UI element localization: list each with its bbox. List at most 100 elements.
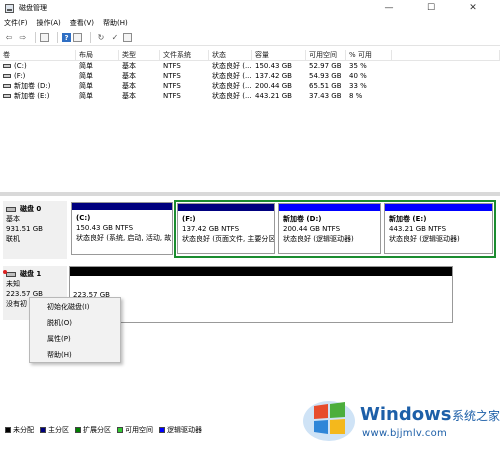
disk-0-name-text: 磁盘 0 [20,205,42,213]
logical-swatch [159,427,165,433]
partition-d[interactable]: 新加卷 (D:) 200.44 GB NTFS 状态良好 (逻辑驱动器) [278,203,381,254]
legend-label: 可用空间 [125,426,153,434]
column-filesystem[interactable]: 文件系统 [160,50,209,60]
free-space-cell: 52.97 GB [309,62,342,70]
percent-free-cell: 40 % [349,72,367,80]
maximize-button[interactable]: ☐ [416,0,446,16]
partition-status: 状态良好 (系统, 启动, 活动, 故 [76,234,172,242]
partition-label: 新加卷 (E:) [389,215,427,223]
disk-0-status: 联机 [6,235,20,243]
close-button[interactable]: ✕ [458,0,488,16]
watermark: Windows 系统之家 www.bjjmlv.com [302,394,500,448]
volume-list-header: 卷 布局 类型 文件系统 状态 容量 可用空间 % 可用 [0,50,500,61]
watermark-url: www.bjjmlv.com [362,428,448,439]
disk-1-name-text: 磁盘 1 [20,270,42,278]
partition-c[interactable]: (C:) 150.43 GB NTFS 状态良好 (系统, 启动, 活动, 故 [71,202,173,255]
status-cell: 状态良好 (... [212,82,252,90]
menu-view[interactable]: 查看(V) [70,18,94,28]
column-layout[interactable]: 布局 [76,50,119,60]
partition-label: (F:) [182,215,196,223]
logical-drive-bar [385,204,492,211]
menu-initialize-disk[interactable]: 初始化磁盘(I) [47,301,90,313]
column-volume[interactable]: 卷 [0,50,76,60]
back-icon[interactable]: ⇦ [3,32,15,44]
menu-bar: 文件(F) 操作(A) 查看(V) 帮助(H) [0,16,500,30]
layout-cell: 简单 [79,62,93,70]
legend: 未分配 主分区 扩展分区 可用空间 逻辑驱动器 [0,424,300,436]
properties-icon[interactable] [40,33,49,42]
status-cell: 状态良好 (... [212,62,252,70]
filesystem-cell: NTFS [163,82,181,90]
drive-icon [3,94,11,98]
refresh-icon[interactable]: ↻ [95,32,107,44]
partition-label: (C:) [76,214,91,222]
menu-file[interactable]: 文件(F) [4,18,28,28]
free-space-cell: 54.93 GB [309,72,342,80]
toolbar-divider [57,32,58,43]
toolbar-divider [35,32,36,43]
table-row[interactable]: 新加卷 (E:) 简单 基本 NTFS 状态良好 (... 443.21 GB … [0,91,500,101]
column-capacity[interactable]: 容量 [252,50,306,60]
column-type[interactable]: 类型 [119,50,160,60]
partition-e[interactable]: 新加卷 (E:) 443.21 GB NTFS 状态良好 (逻辑驱动器) [384,203,493,254]
disk-0-label[interactable]: 磁盘 0 基本 931.51 GB 联机 [3,201,67,259]
legend-label: 主分区 [48,426,69,434]
partition-status: 状态良好 (逻辑驱动器) [283,235,354,243]
menu-properties[interactable]: 属性(P) [47,333,71,345]
menu-action[interactable]: 操作(A) [37,18,61,28]
layout-cell: 简单 [79,92,93,100]
partition-size: 200.44 GB NTFS [283,225,341,233]
watermark-brand: Windows [360,404,452,425]
help-icon[interactable]: ? [62,33,71,42]
disk-0-size: 931.51 GB [6,225,43,233]
partition-size: 150.43 GB NTFS [76,224,134,232]
disk-0-type: 基本 [6,215,20,223]
table-row[interactable]: (C:) 简单 基本 NTFS 状态良好 (... 150.43 GB 52.9… [0,61,500,71]
drive-icon [3,84,11,88]
volume-list: 卷 布局 类型 文件系统 状态 容量 可用空间 % 可用 (C:) 简单 基本 … [0,50,500,101]
disk-1-unallocated[interactable]: 223.57 GB [69,266,453,323]
type-cell: 基本 [122,72,136,80]
capacity-cell: 150.43 GB [255,62,292,70]
disk-icon [6,206,16,212]
volume-name: (F:) [14,72,26,80]
column-free-space[interactable]: 可用空间 [306,50,346,60]
table-row[interactable]: (F:) 简单 基本 NTFS 状态良好 (... 137.42 GB 54.9… [0,71,500,81]
legend-label: 未分配 [13,426,34,434]
toolbar-divider [90,32,91,43]
unallocated-size: 223.57 GB [73,291,110,299]
partition-f[interactable]: (F:) 137.42 GB NTFS 状态良好 (页面文件, 主要分区 [177,203,275,254]
filesystem-cell: NTFS [163,62,181,70]
column-status[interactable]: 状态 [209,50,252,60]
filesystem-cell: NTFS [163,92,181,100]
type-cell: 基本 [122,82,136,90]
menu-help[interactable]: 帮助(H) [103,18,128,28]
percent-free-cell: 33 % [349,82,367,90]
drive-icon [3,64,11,68]
legend-label: 扩展分区 [83,426,111,434]
context-menu: 初始化磁盘(I) 脱机(O) 属性(P) 帮助(H) [29,297,121,363]
disk-1-name: 磁盘 1 [3,269,64,279]
extended-swatch [75,427,81,433]
minimize-button[interactable]: — [374,0,404,16]
free-space-swatch [117,427,123,433]
disk-view-icon[interactable] [73,33,82,42]
check-icon[interactable]: ✓ [109,32,121,44]
legend-label: 逻辑驱动器 [167,426,202,434]
watermark-site-name: 系统之家 [452,409,500,423]
primary-swatch [40,427,46,433]
logical-drive-bar [279,204,380,211]
status-cell: 状态良好 (... [212,72,252,80]
partition-status: 状态良好 (页面文件, 主要分区 [182,235,274,243]
free-space-cell: 37.43 GB [309,92,342,100]
list-icon[interactable] [123,33,132,42]
volume-name: 新加卷 (E:) [14,92,50,100]
menu-offline[interactable]: 脱机(O) [47,317,72,329]
column-percent-free[interactable]: % 可用 [346,50,392,60]
partition-size: 137.42 GB NTFS [182,225,240,233]
menu-help[interactable]: 帮助(H) [47,349,72,361]
disk-warning-icon [3,269,16,277]
free-space-cell: 65.51 GB [309,82,342,90]
table-row[interactable]: 新加卷 (D:) 简单 基本 NTFS 状态良好 (... 200.44 GB … [0,81,500,91]
forward-icon[interactable]: ⇨ [17,32,29,44]
